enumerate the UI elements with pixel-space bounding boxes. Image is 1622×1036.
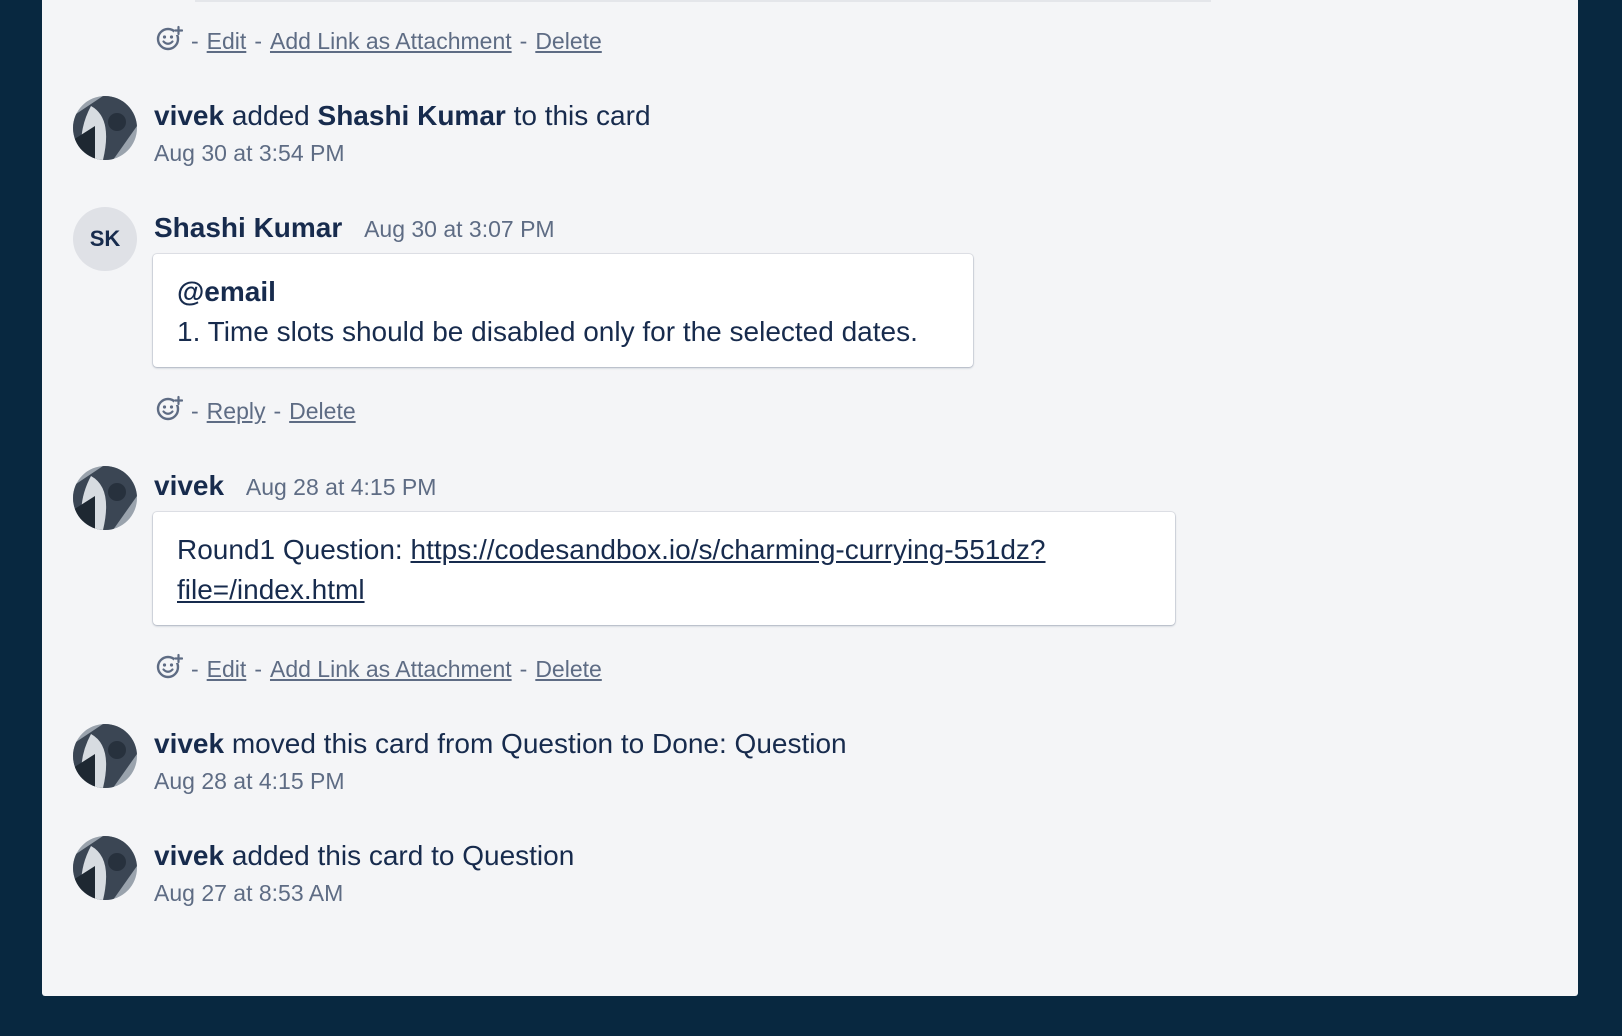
comment-text: Round1 Question: [177, 534, 411, 565]
author-name[interactable]: vivek [154, 470, 224, 501]
add-link-as-attachment-link[interactable]: Add Link as Attachment [270, 656, 512, 683]
member-name: Shashi Kumar [317, 100, 506, 131]
comment-actions: - Reply - Delete [155, 394, 356, 428]
delete-link[interactable]: Delete [535, 28, 601, 55]
edit-link[interactable]: Edit [207, 656, 247, 683]
delete-link[interactable]: Delete [535, 656, 601, 683]
codesandbox-link[interactable]: https://codesandbox.io/s/charming-curryi… [411, 534, 1046, 565]
activity-entry: vivek moved this card from Question to D… [154, 728, 847, 796]
comment-body: Round1 Question: https://codesandbox.io/… [153, 512, 1175, 625]
comment-body: @email 1. Time slots should be disabled … [153, 254, 973, 367]
comment-header: vivek Aug 28 at 4:15 PM [154, 468, 436, 505]
actor-name[interactable]: vivek [154, 100, 224, 131]
actor-name[interactable]: vivek [154, 728, 224, 759]
timestamp[interactable]: Aug 30 at 3:54 PM [154, 138, 651, 168]
codesandbox-link-continued[interactable]: file=/index.html [177, 574, 365, 605]
timestamp[interactable]: Aug 28 at 4:15 PM [246, 474, 437, 500]
avatar[interactable] [73, 724, 137, 788]
edit-link[interactable]: Edit [207, 28, 247, 55]
add-link-as-attachment-link[interactable]: Add Link as Attachment [270, 28, 512, 55]
comment-header: Shashi Kumar Aug 30 at 3:07 PM [154, 210, 555, 247]
activity-entry: vivek added this card to Question Aug 27… [154, 840, 575, 908]
author-name[interactable]: Shashi Kumar [154, 212, 342, 243]
delete-link[interactable]: Delete [289, 398, 355, 425]
actor-name[interactable]: vivek [154, 840, 224, 871]
add-reaction-icon[interactable] [155, 394, 183, 428]
timestamp[interactable]: Aug 28 at 4:15 PM [154, 766, 847, 796]
comment-actions: - Edit - Add Link as Attachment - Delete [155, 652, 602, 686]
avatar[interactable] [73, 466, 137, 530]
avatar[interactable] [73, 96, 137, 160]
add-reaction-icon[interactable] [155, 652, 183, 686]
divider [195, 0, 1211, 2]
timestamp[interactable]: Aug 30 at 3:07 PM [364, 216, 555, 242]
card-activity-panel: - Edit - Add Link as Attachment - Delete… [42, 0, 1578, 996]
avatar[interactable] [73, 836, 137, 900]
activity-entry: vivek added Shashi Kumar to this card Au… [154, 100, 651, 168]
add-reaction-icon[interactable] [155, 24, 183, 58]
reply-link[interactable]: Reply [207, 398, 266, 425]
comment-actions: - Edit - Add Link as Attachment - Delete [155, 24, 602, 58]
comment-text: 1. Time slots should be disabled only fo… [177, 316, 918, 347]
mention: @email [177, 276, 276, 307]
timestamp[interactable]: Aug 27 at 8:53 AM [154, 878, 574, 908]
avatar[interactable]: SK [73, 207, 137, 271]
